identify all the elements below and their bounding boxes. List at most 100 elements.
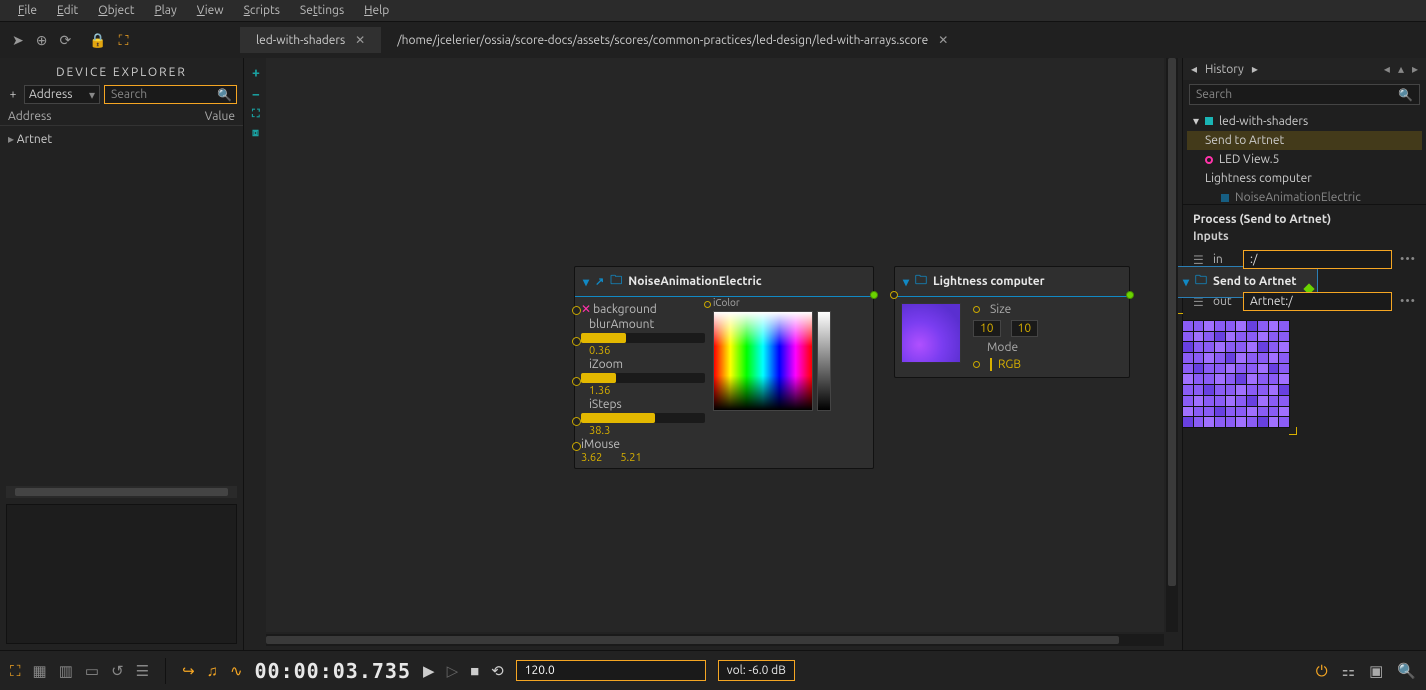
input-port[interactable] — [890, 291, 898, 299]
zoom-out-icon[interactable]: − — [252, 86, 260, 102]
color-picker[interactable] — [713, 311, 813, 411]
fit-icon[interactable]: ⛶ — [252, 108, 260, 121]
inspector-search-input[interactable]: Search 🔍 — [1189, 84, 1420, 105]
object-tree[interactable]: ▾led-with-shaders Send to Artnet LED Vie… — [1183, 109, 1426, 205]
chevron-down-icon[interactable]: ▾ — [1183, 275, 1189, 289]
mixer-icon[interactable]: ⚏ — [1342, 662, 1355, 680]
node-lightness[interactable]: ▾ 🗀 Lightness computer Size 10 10 Mode — [894, 266, 1130, 378]
slider-izoom[interactable] — [581, 372, 705, 385]
frame-icon[interactable]: ⧈ — [252, 127, 260, 140]
node-noise[interactable]: ▾ ↗ 🗀 NoiseAnimationElectric ✕background… — [574, 266, 874, 469]
tree-led-view[interactable]: LED View.5 — [1187, 150, 1422, 169]
tree-item-artnet[interactable]: Artnet — [8, 130, 235, 148]
close-icon[interactable]: ✕ — [938, 33, 948, 47]
pointer-tool-icon[interactable]: ➤ — [12, 32, 24, 49]
list-icon: ☰ — [1193, 253, 1205, 267]
menu-play[interactable]: Play — [144, 2, 186, 19]
tree-root[interactable]: ▾led-with-shaders — [1187, 111, 1422, 131]
chevron-right-icon[interactable]: ▸ — [1252, 62, 1258, 76]
chevron-down-icon[interactable]: ▾ — [583, 275, 589, 289]
menu-file[interactable]: File — [8, 2, 47, 19]
menu-edit[interactable]: Edit — [47, 2, 88, 19]
address-selector[interactable]: Address — [24, 85, 100, 104]
music-icon[interactable]: ♫ — [207, 662, 218, 680]
selection-tool-icon[interactable]: ⛶ — [119, 32, 129, 49]
zoom-in-icon[interactable]: + — [252, 64, 260, 80]
canvas-area: + − ⛶ ⧈ ▾ ↗ 🗀 NoiseAnimationElectric — [244, 58, 1182, 650]
slider-isteps[interactable] — [581, 412, 705, 425]
loop-icon[interactable]: ↪ — [182, 662, 195, 680]
log-icon[interactable]: ☰ — [136, 662, 149, 680]
preview-image — [901, 303, 961, 363]
process-section-title: Process (Send to Artnet) — [1183, 205, 1426, 230]
volume-display[interactable]: vol: -6.0 dB — [718, 660, 795, 681]
more-icon[interactable]: ••• — [1400, 295, 1416, 308]
stop-button[interactable]: ■ — [470, 662, 479, 680]
more-icon[interactable]: ••• — [1400, 253, 1416, 266]
tree-send-artnet[interactable]: Send to Artnet — [1187, 131, 1422, 150]
close-icon[interactable]: ✕ — [355, 33, 365, 47]
chevron-down-icon[interactable]: ▾ — [903, 275, 909, 289]
tab-path[interactable]: /home/jcelerier/ossia/score-docs/assets/… — [381, 27, 964, 53]
chevron-left-icon[interactable]: ◂ — [1191, 62, 1197, 76]
search-icon[interactable]: 🔍 — [1397, 662, 1416, 680]
tool-toolbar: ➤ ⊕ ⟳ 🔒 ⛶ — [0, 22, 240, 58]
device-tree[interactable]: Artnet — [0, 126, 243, 486]
param-imouse[interactable]: iMouse — [581, 437, 705, 452]
device-search-input[interactable]: Search 🔍 — [104, 85, 237, 104]
nav-up-icon[interactable]: ▴ — [1398, 62, 1404, 76]
tree-noise[interactable]: NoiseAnimationElectric — [1187, 188, 1422, 205]
canvas-h-scrollbar[interactable] — [266, 634, 1164, 646]
in-address-input[interactable]: :/ — [1243, 250, 1392, 269]
output-port[interactable] — [1126, 291, 1134, 299]
panel2-icon[interactable]: ▥ — [59, 662, 73, 680]
play-button[interactable]: ▶ — [423, 662, 435, 680]
menu-view[interactable]: View — [187, 2, 234, 19]
nav-prev-icon[interactable]: ◂ — [1384, 62, 1390, 76]
col-address: Address — [8, 110, 205, 123]
horizontal-scrollbar[interactable] — [6, 486, 237, 498]
lock-icon[interactable]: 🔒 — [89, 32, 106, 49]
node-title: Send to Artnet — [1213, 275, 1296, 288]
panel1-icon[interactable]: ▦ — [33, 662, 47, 680]
add-device-button[interactable]: + — [6, 88, 20, 101]
slider-bluramount[interactable] — [581, 332, 705, 345]
out-address-input[interactable]: Artnet:/ — [1243, 292, 1392, 311]
menu-object[interactable]: Object — [88, 2, 144, 19]
canvas-v-scrollbar[interactable] — [1166, 58, 1178, 632]
tree-lightness[interactable]: Lightness computer — [1187, 169, 1422, 188]
tempo-input[interactable]: 120.0 — [516, 660, 706, 681]
output-port[interactable] — [870, 291, 878, 299]
tab-active[interactable]: led-with-shaders ✕ — [240, 27, 381, 53]
led-preview-frame — [1176, 314, 1296, 434]
add-tool-icon[interactable]: ⊕ — [36, 32, 48, 49]
power-icon[interactable]: ⏻ — [1316, 662, 1328, 680]
wave-icon[interactable]: ∿ — [230, 662, 243, 680]
brightness-slider[interactable] — [817, 311, 831, 411]
device-preview — [6, 504, 237, 644]
top-area: ➤ ⊕ ⟳ 🔒 ⛶ led-with-shaders ✕ /home/jcele… — [0, 22, 1426, 58]
rewind-button[interactable]: ⟲ — [491, 662, 504, 680]
node-canvas[interactable]: ▾ ↗ 🗀 NoiseAnimationElectric ✕background… — [266, 58, 1164, 632]
scenario-icon[interactable]: ⛶ — [10, 662, 21, 680]
nav-next-icon[interactable]: ▸ — [1412, 62, 1418, 76]
param-background[interactable]: ✕background — [581, 301, 705, 317]
canvas-toolbar: + − ⛶ ⧈ — [252, 64, 260, 140]
monitor-icon[interactable]: ▣ — [1369, 662, 1383, 680]
mode-select[interactable]: RGB — [990, 358, 1021, 371]
size-w-input[interactable]: 10 — [973, 320, 1001, 337]
search-icon: 🔍 — [217, 88, 232, 102]
external-link-icon[interactable]: ↗ — [595, 275, 604, 288]
play-outline-button[interactable]: ▷ — [447, 662, 459, 680]
size-h-input[interactable]: 10 — [1011, 320, 1039, 337]
history-icon[interactable]: ↺ — [111, 662, 124, 680]
inputs-label: Inputs — [1183, 230, 1426, 247]
reload-tool-icon[interactable]: ⟳ — [59, 32, 71, 49]
menu-settings[interactable]: Settings — [290, 2, 354, 19]
transport-bar: ⛶ ▦ ▥ ▭ ↺ ☰ ↪ ♫ ∿ 00:00:03.735 ▶ ▷ ■ ⟲ 1… — [0, 650, 1426, 690]
document-tabs: led-with-shaders ✕ /home/jcelerier/ossia… — [240, 22, 1426, 58]
search-icon: 🔍 — [1398, 88, 1413, 102]
menu-help[interactable]: Help — [354, 2, 399, 19]
menu-scripts[interactable]: Scripts — [234, 2, 290, 19]
panel3-icon[interactable]: ▭ — [85, 662, 99, 680]
